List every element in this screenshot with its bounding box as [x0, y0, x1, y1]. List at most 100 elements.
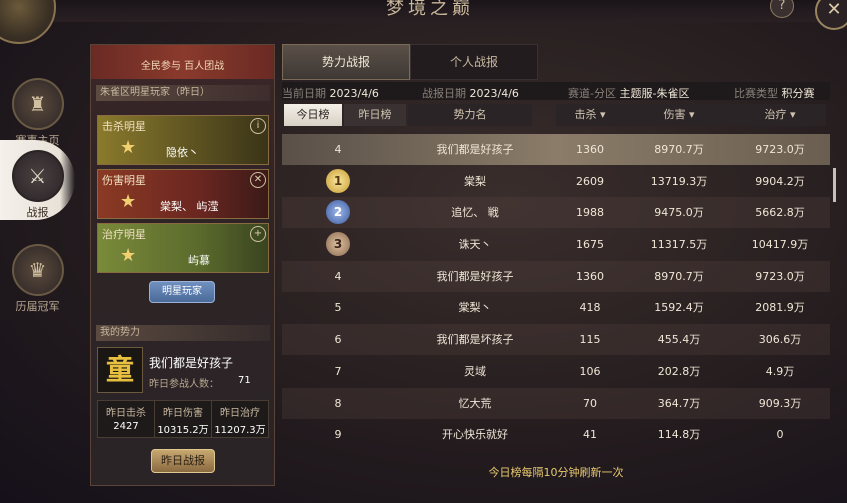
faction-name: 棠梨 — [464, 174, 486, 188]
tab-faction-report[interactable]: 势力战报 — [282, 44, 410, 80]
stat-value: 2427 — [113, 421, 139, 432]
rank: 7 — [334, 364, 342, 378]
heal: 9723.0万 — [755, 269, 805, 283]
damage: 364.7万 — [657, 396, 701, 410]
match-type-info: 比赛类型 积分赛 — [734, 85, 815, 101]
corner-emblem — [0, 0, 56, 44]
zone-label: 赛道-分区 — [568, 87, 616, 100]
stat-heal: 昨日治疗 11207.3万 — [211, 400, 269, 438]
trophy-icon: ♛ — [11, 244, 64, 296]
faction-name: 诛天丶 — [458, 238, 492, 252]
report-date-label: 战报日期 — [422, 87, 466, 100]
heal: 909.3万 — [758, 396, 802, 410]
yesterday-report-button[interactable]: 昨日战报 — [151, 449, 215, 473]
star-icon: ★ — [120, 137, 137, 158]
damage: 202.8万 — [657, 364, 701, 378]
swords-icon: ✕ — [250, 172, 266, 188]
col-faction-name: 势力名 — [408, 104, 532, 126]
faction-name: 开心快乐就好 — [442, 428, 508, 442]
table-row[interactable]: 5 棠梨丶 418 1592.4万 2081.9万 — [282, 292, 830, 323]
faction-name: 棠梨丶 — [458, 301, 492, 315]
report-date-info: 战报日期 2023/4/6 — [422, 85, 519, 101]
helmet-icon: ♜ — [11, 78, 64, 130]
silver-medal-icon: 2 — [326, 200, 350, 225]
col-kills-sort[interactable]: 击杀 ▾ — [556, 104, 624, 126]
tab-personal-report[interactable]: 个人战报 — [410, 44, 538, 80]
damage: 8970.7万 — [654, 143, 704, 156]
rank: 8 — [334, 396, 342, 410]
damage: 114.8万 — [657, 428, 701, 442]
nav-item-label: 战报 — [26, 206, 49, 219]
kills: 1360 — [576, 143, 604, 156]
table-row[interactable]: 7 灵域 106 202.8万 4.9万 — [282, 356, 830, 387]
current-date-label: 当前日期 — [282, 87, 326, 100]
heal: 9723.0万 — [755, 143, 805, 156]
crossed-swords-icon: ⚔ — [11, 150, 64, 202]
my-faction-title: 我的势力 — [96, 325, 270, 341]
stat-label: 昨日治疗 — [220, 408, 260, 419]
info-icon[interactable]: i — [250, 118, 266, 134]
kills: 41 — [583, 428, 597, 442]
stat-damage: 昨日伤害 10315.2万 — [154, 400, 212, 438]
plus-icon: + — [250, 226, 266, 242]
kills: 106 — [579, 364, 601, 378]
player-name: 隐依丶 — [166, 146, 199, 159]
table-row[interactable]: 4 我们都是好孩子 1360 8970.7万 9723.0万 — [282, 260, 830, 292]
damage-star-card[interactable]: 伤害明星 ✕ ★ 棠梨、 屿滢 — [97, 169, 269, 219]
match-type-label: 比赛类型 — [734, 87, 778, 100]
faction-name: 我们都是坏孩子 — [436, 333, 514, 347]
rank: 9 — [334, 428, 342, 442]
refresh-note: 今日榜每隔10分钟刷新一次 — [488, 466, 624, 479]
kills: 1988 — [576, 206, 604, 220]
star-players-button[interactable]: 明星玩家 — [149, 281, 215, 303]
today-ranking-toggle[interactable]: 今日榜 — [284, 104, 342, 126]
card-label: 治疗明星 — [102, 228, 146, 241]
col-damage-sort[interactable]: 伤害 ▾ — [624, 104, 734, 126]
stat-value: 10315.2万 — [157, 425, 209, 436]
stat-kills: 昨日击杀 2427 — [97, 400, 155, 438]
table-row[interactable]: 8 忆大荒 70 364.7万 909.3万 — [282, 387, 830, 419]
col-heal-sort[interactable]: 治疗 ▾ — [734, 104, 826, 126]
gold-medal-icon: 1 — [326, 168, 350, 193]
nav-item-label: 历届冠军 — [15, 300, 60, 313]
match-type-value: 积分赛 — [781, 87, 815, 100]
faction-name: 我们都是好孩子 — [436, 143, 514, 156]
star-section-title: 朱雀区明星玩家（昨日） — [96, 85, 270, 101]
table-scrollbar[interactable] — [833, 168, 836, 202]
report-date-value: 2023/4/6 — [469, 87, 519, 100]
nav-item-battle-report[interactable]: ⚔ 战报 — [0, 140, 75, 220]
kills: 1360 — [576, 269, 604, 283]
table-row[interactable]: 6 我们都是坏孩子 115 455.4万 306.6万 — [282, 324, 830, 356]
table-row[interactable]: 9 开心快乐就好 41 114.8万 0 — [282, 419, 830, 450]
card-label: 击杀明星 — [102, 120, 146, 133]
heal: 2081.9万 — [755, 301, 805, 315]
damage: 455.4万 — [657, 333, 701, 347]
rank: 5 — [334, 301, 342, 315]
banner-text: 全民参与 百人团战 — [140, 61, 225, 72]
rank: 4 — [334, 143, 342, 156]
heal: 0 — [776, 428, 784, 442]
stat-label: 昨日击杀 — [106, 408, 146, 419]
rank: 4 — [334, 269, 342, 283]
stat-label: 昨日伤害 — [163, 408, 203, 419]
table-row[interactable]: 2 追忆、 戦 1988 9475.0万 5662.8万 — [282, 197, 830, 229]
damage: 9475.0万 — [654, 206, 704, 220]
yesterday-ranking-toggle[interactable]: 昨日榜 — [344, 104, 406, 126]
heal: 4.9万 — [765, 364, 795, 378]
star-icon: ★ — [120, 245, 137, 266]
table-row[interactable]: 3 诛天丶 1675 11317.5万 10417.9万 — [282, 229, 830, 260]
faction-name: 追忆、 戦 — [451, 206, 499, 220]
heal-star-card[interactable]: 治疗明星 + ★ 屿慕 — [97, 223, 269, 273]
nav-item-champions[interactable]: ♛ 历届冠军 — [0, 244, 75, 314]
nav-item-home[interactable]: ♜ 赛事主页 — [0, 78, 75, 148]
kills: 115 — [579, 333, 601, 347]
damage: 13719.3万 — [650, 174, 708, 188]
kill-star-card[interactable]: 击杀明星 i ★ 隐依丶 — [97, 115, 269, 165]
zone-info: 赛道-分区 主题服-朱雀区 — [568, 85, 689, 101]
close-button[interactable]: ✕ — [815, 0, 847, 30]
heal: 5662.8万 — [755, 206, 805, 220]
left-panel: 全民参与 百人团战 朱雀区明星玩家（昨日） 击杀明星 i ★ 隐依丶 伤害明星 … — [90, 44, 275, 486]
table-row[interactable]: 1 棠梨 2609 13719.3万 9904.2万 — [282, 166, 830, 197]
table-row-my-faction[interactable]: 4 我们都是好孩子 1360 8970.7万 9723.0万 — [282, 134, 830, 165]
faction-name: 我们都是好孩子 — [436, 269, 514, 283]
